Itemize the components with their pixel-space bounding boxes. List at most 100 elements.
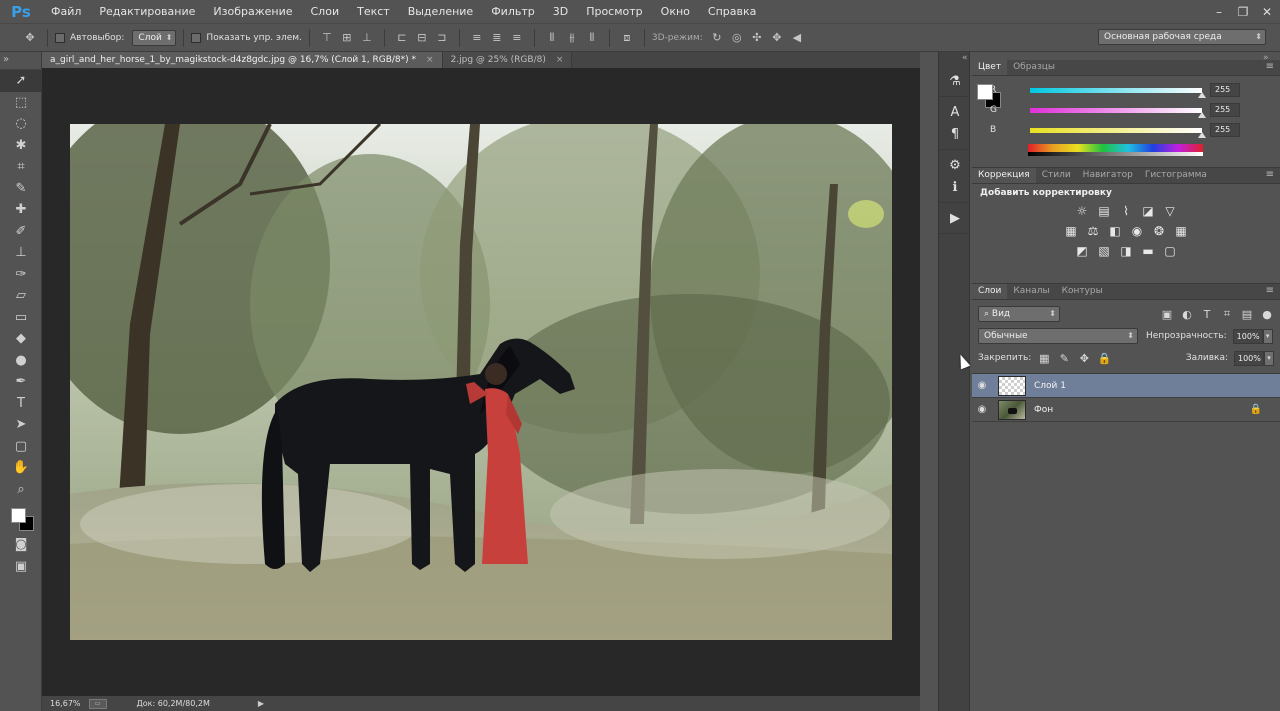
distribute-vcenter-icon[interactable]: ≣ bbox=[489, 30, 505, 46]
close-tab-icon[interactable]: × bbox=[556, 52, 564, 68]
doc-tab-active[interactable]: a_girl_and_her_horse_1_by_magikstock-d4z… bbox=[42, 52, 443, 68]
minimize-button[interactable]: – bbox=[1212, 5, 1226, 19]
blend-mode-dropdown[interactable]: Обычные bbox=[978, 328, 1138, 344]
history-panel-icon[interactable]: ⚗ bbox=[939, 70, 971, 92]
history-brush-tool-icon[interactable]: ✑ bbox=[0, 264, 42, 286]
healing-brush-tool-icon[interactable]: ✚ bbox=[0, 199, 42, 221]
actions-panel-icon[interactable]: ▶ bbox=[939, 207, 971, 229]
r-slider[interactable] bbox=[1030, 87, 1206, 98]
menu-file[interactable]: Файл bbox=[42, 0, 90, 23]
align-vcenter-icon[interactable]: ⊞ bbox=[339, 30, 355, 46]
close-tab-icon[interactable]: × bbox=[426, 52, 434, 68]
menu-layers[interactable]: Слои bbox=[302, 0, 349, 23]
filter-smart-object-icon[interactable]: ▤ bbox=[1240, 307, 1254, 321]
tab-channels[interactable]: Каналы bbox=[1007, 284, 1055, 299]
hue-saturation-icon[interactable]: ▦ bbox=[1063, 224, 1079, 238]
type-tool-icon[interactable]: T bbox=[0, 393, 42, 415]
collapse-dock-icon[interactable]: « bbox=[962, 53, 968, 63]
pen-tool-icon[interactable]: ✒ bbox=[0, 371, 42, 393]
layer-name[interactable]: Слой 1 bbox=[1034, 381, 1066, 391]
character-panel-icon[interactable]: A bbox=[939, 101, 971, 123]
foreground-color-swatch[interactable] bbox=[11, 508, 26, 523]
distribute-right-icon[interactable]: ⫴ bbox=[584, 30, 600, 46]
menu-type[interactable]: Текст bbox=[348, 0, 399, 23]
levels-icon[interactable]: ▤ bbox=[1096, 204, 1112, 218]
gradient-tool-icon[interactable]: ▭ bbox=[0, 307, 42, 329]
layer-name[interactable]: Фон bbox=[1034, 405, 1053, 415]
filter-toggle-icon[interactable]: ● bbox=[1260, 307, 1274, 321]
opacity-arrow-icon[interactable]: ▾ bbox=[1262, 328, 1273, 344]
clone-stamp-tool-icon[interactable]: ⊥ bbox=[0, 242, 42, 264]
menu-filter[interactable]: Фильтр bbox=[482, 0, 544, 23]
photo-filter-icon[interactable]: ◉ bbox=[1129, 224, 1145, 238]
show-transform-checkbox[interactable] bbox=[191, 32, 202, 43]
lock-all-icon[interactable]: 🔒 bbox=[1097, 351, 1111, 365]
align-hcenter-icon[interactable]: ⊟ bbox=[414, 30, 430, 46]
move-tool-icon[interactable]: ➚ bbox=[0, 70, 42, 92]
path-select-tool-icon[interactable]: ➤ bbox=[0, 414, 42, 436]
tab-adjustments[interactable]: Коррекция bbox=[972, 168, 1036, 183]
zoom-level[interactable]: 16,67% bbox=[50, 699, 81, 708]
hand-tool-icon[interactable]: ✋ bbox=[0, 457, 42, 479]
info-panel-icon[interactable]: ℹ bbox=[939, 176, 971, 198]
layer-row-background[interactable]: ◉ Фон 🔒 bbox=[972, 398, 1280, 422]
properties-panel-icon[interactable]: ⚙ bbox=[939, 154, 971, 176]
panel-foreground-swatch[interactable] bbox=[977, 84, 993, 100]
exposure-icon[interactable]: ◪ bbox=[1140, 204, 1156, 218]
slider-thumb[interactable] bbox=[1198, 91, 1206, 98]
opacity-value[interactable]: 100% bbox=[1232, 328, 1263, 344]
menu-select[interactable]: Выделение bbox=[399, 0, 483, 23]
autoselect-checkbox[interactable] bbox=[55, 32, 65, 43]
slider-thumb[interactable] bbox=[1198, 131, 1206, 138]
panel-menu-icon[interactable]: ≡ bbox=[1266, 169, 1274, 180]
3d-pan-icon[interactable]: ✣ bbox=[749, 30, 765, 46]
toolbox-header[interactable] bbox=[0, 52, 41, 70]
gradient-map-icon[interactable]: ▬ bbox=[1140, 244, 1156, 258]
restore-button[interactable]: ❐ bbox=[1236, 5, 1250, 19]
marquee-tool-icon[interactable]: ⬚ bbox=[0, 92, 42, 114]
3d-rotate-icon[interactable]: ↻ bbox=[709, 30, 725, 46]
panel-menu-icon[interactable]: ≡ bbox=[1266, 285, 1274, 296]
3d-scale-icon[interactable]: ◀ bbox=[789, 30, 805, 46]
menu-view[interactable]: Просмотр bbox=[577, 0, 651, 23]
selective-color-icon[interactable]: ▢ bbox=[1162, 244, 1178, 258]
quick-select-tool-icon[interactable]: ✱ bbox=[0, 135, 42, 157]
canvas-area[interactable] bbox=[42, 68, 920, 696]
eraser-tool-icon[interactable]: ▱ bbox=[0, 285, 42, 307]
document-image[interactable] bbox=[70, 124, 892, 640]
filter-type-icon[interactable]: T bbox=[1200, 307, 1214, 321]
tab-color[interactable]: Цвет bbox=[972, 60, 1008, 75]
posterize-icon[interactable]: ▧ bbox=[1096, 244, 1112, 258]
panel-menu-icon[interactable]: ≡ bbox=[1266, 61, 1274, 72]
b-value[interactable]: 255 bbox=[1210, 123, 1240, 137]
filter-pixel-icon[interactable]: ▣ bbox=[1160, 307, 1174, 321]
layer-thumbnail[interactable] bbox=[998, 399, 1026, 420]
menu-3d[interactable]: 3D bbox=[544, 0, 577, 23]
vibrance-icon[interactable]: ▽ bbox=[1162, 204, 1178, 218]
workspace-dropdown[interactable]: Основная рабочая среда bbox=[1098, 29, 1266, 45]
lock-image-icon[interactable]: ✎ bbox=[1057, 351, 1071, 365]
menu-image[interactable]: Изображение bbox=[204, 0, 301, 23]
tab-layers[interactable]: Слои bbox=[972, 284, 1008, 299]
layer-thumbnail[interactable] bbox=[998, 375, 1026, 396]
lock-position-icon[interactable]: ✥ bbox=[1077, 351, 1091, 365]
zoom-tool-icon[interactable]: ⌕ bbox=[0, 479, 42, 501]
layer-row-layer1[interactable]: ◉ Слой 1 bbox=[972, 374, 1280, 398]
distribute-bottom-icon[interactable]: ≡ bbox=[509, 30, 525, 46]
g-slider[interactable] bbox=[1030, 107, 1206, 118]
distribute-hcenter-icon[interactable]: ⫵ bbox=[564, 30, 580, 46]
black-white-icon[interactable]: ◧ bbox=[1107, 224, 1123, 238]
crop-tool-icon[interactable]: ⌗ bbox=[0, 156, 42, 178]
move-tool-preset-icon[interactable]: ✥ bbox=[22, 30, 38, 46]
color-spectrum[interactable] bbox=[1028, 144, 1203, 156]
distribute-top-icon[interactable]: ≡ bbox=[469, 30, 485, 46]
tab-navigator[interactable]: Навигатор bbox=[1077, 168, 1139, 183]
fill-arrow-icon[interactable]: ▾ bbox=[1264, 350, 1274, 366]
distribute-left-icon[interactable]: ⫴ bbox=[544, 30, 560, 46]
align-right-icon[interactable]: ⊐ bbox=[434, 30, 450, 46]
dodge-tool-icon[interactable]: ● bbox=[0, 350, 42, 372]
filter-adjustment-icon[interactable]: ◐ bbox=[1180, 307, 1194, 321]
autoselect-dropdown[interactable]: Слой bbox=[132, 29, 177, 46]
tab-swatches[interactable]: Образцы bbox=[1007, 60, 1061, 75]
align-bottom-icon[interactable]: ⊥ bbox=[359, 30, 375, 46]
